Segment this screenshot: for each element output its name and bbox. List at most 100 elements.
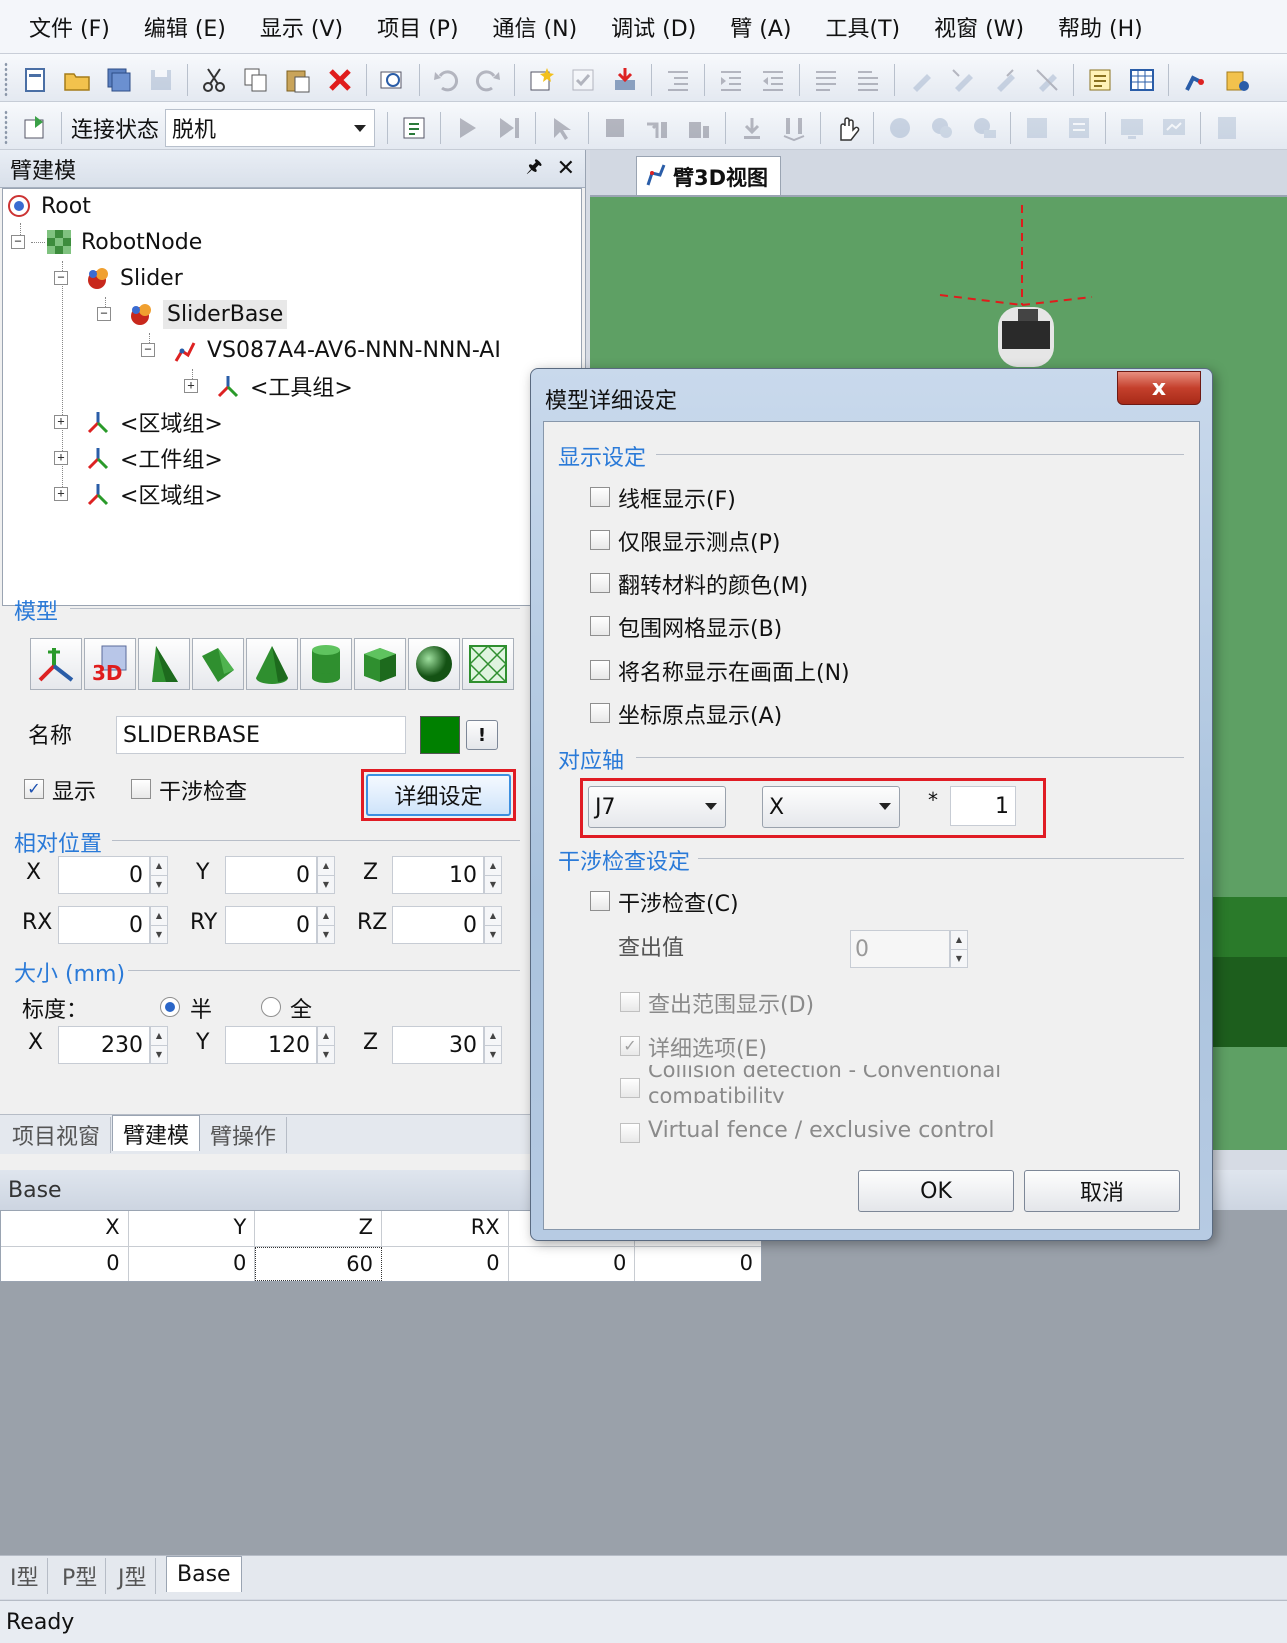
3d-model-button[interactable]: 3D	[84, 638, 136, 690]
tree-node-robotnode[interactable]: − RobotNode	[11, 225, 202, 259]
indent-icon[interactable]	[660, 62, 696, 98]
save-icon[interactable]	[143, 62, 179, 98]
wireframe-checkbox[interactable]	[590, 487, 610, 507]
pos-rx-spinner[interactable]: ▲ ▼	[150, 906, 168, 944]
axis-direction-select[interactable]: X	[762, 786, 900, 828]
bookmark-clear-icon[interactable]	[1029, 62, 1065, 98]
virtual-fence-checkbox[interactable]	[620, 1123, 640, 1143]
cell-x[interactable]: 0	[1, 1247, 129, 1281]
tab-project-view[interactable]: 项目视窗	[2, 1117, 112, 1153]
detail-options-checkbox[interactable]: ✓	[620, 1036, 640, 1056]
tree-node-slider[interactable]: − Slider	[54, 261, 183, 295]
invert-color-checkbox[interactable]	[590, 573, 610, 593]
pos-rz-input[interactable]: 0	[392, 906, 484, 944]
cone-shape-button[interactable]	[246, 638, 298, 690]
step-in-icon[interactable]	[639, 110, 675, 146]
bookmark-icon[interactable]	[903, 62, 939, 98]
menu-project[interactable]: 项目 (P)	[360, 11, 475, 43]
tree-node-root[interactable]: Root	[5, 189, 91, 223]
column-header-x[interactable]: X	[1, 1211, 129, 1246]
axes-shape-button[interactable]	[30, 638, 82, 690]
menu-window[interactable]: 视窗 (W)	[917, 11, 1041, 43]
monitor-2-icon[interactable]	[1156, 110, 1192, 146]
color-swatch[interactable]	[420, 716, 460, 754]
menu-view[interactable]: 显示 (V)	[243, 11, 360, 43]
detect-range-checkbox[interactable]	[620, 992, 640, 1012]
cylinder-shape-button[interactable]	[300, 638, 352, 690]
axis-joint-select[interactable]: J7	[588, 786, 726, 828]
menu-arm[interactable]: 臂 (A)	[713, 11, 808, 43]
size-y-spinner[interactable]: ▲ ▼	[317, 1026, 335, 1064]
detect-value-input[interactable]: 0	[850, 930, 950, 968]
break-icon[interactable]	[776, 110, 812, 146]
tab-arm-modeling[interactable]: 臂建模	[112, 1115, 201, 1151]
undo-icon[interactable]	[428, 62, 464, 98]
table-icon[interactable]	[1124, 62, 1160, 98]
open-folder-icon[interactable]	[59, 62, 95, 98]
menu-edit[interactable]: 编辑 (E)	[127, 11, 243, 43]
prism-shape-button[interactable]	[192, 638, 244, 690]
toolbar-grip[interactable]	[4, 110, 8, 146]
ok-button[interactable]: OK	[858, 1170, 1014, 1212]
cell-y[interactable]: 0	[129, 1247, 256, 1281]
comment-icon[interactable]	[808, 62, 844, 98]
tab-p-type[interactable]: P型	[54, 1558, 107, 1594]
close-icon[interactable]: ✕	[557, 156, 575, 181]
column-header-rx[interactable]: RX	[382, 1211, 509, 1246]
pos-x-input[interactable]: 0	[58, 856, 150, 894]
watch-icon[interactable]	[1061, 110, 1097, 146]
step-icon[interactable]	[491, 110, 527, 146]
robot-arm-icon[interactable]	[1177, 62, 1213, 98]
hand-icon[interactable]	[829, 110, 865, 146]
origin-display-checkbox[interactable]	[590, 703, 610, 723]
pos-z-spinner[interactable]: ▲ ▼	[484, 856, 502, 894]
tab-j-type[interactable]: J型	[110, 1558, 156, 1594]
pos-x-spinner[interactable]: ▲ ▼	[150, 856, 168, 894]
expand-toggle[interactable]: +	[54, 451, 68, 465]
menu-file[interactable]: 文件 (F)	[12, 11, 127, 43]
full-radio[interactable]	[261, 997, 281, 1017]
step-over-icon[interactable]	[681, 110, 717, 146]
transfer-icon[interactable]	[607, 62, 643, 98]
pos-y-spinner[interactable]: ▲ ▼	[317, 856, 335, 894]
interference-check-checkbox[interactable]	[590, 891, 610, 911]
indent-decrease-icon[interactable]	[755, 62, 791, 98]
detail-settings-button[interactable]: 详细设定	[366, 774, 511, 816]
expand-toggle[interactable]: +	[54, 487, 68, 501]
collapse-toggle[interactable]: −	[97, 307, 111, 321]
points-only-checkbox[interactable]	[590, 530, 610, 550]
collision-detection-checkbox[interactable]	[620, 1078, 640, 1098]
find-icon[interactable]	[375, 62, 411, 98]
cell-rx[interactable]: 0	[382, 1247, 509, 1281]
menu-debug[interactable]: 调试 (D)	[594, 11, 713, 43]
axis-factor-input[interactable]: 1	[950, 786, 1016, 826]
pin-icon[interactable]: 🖈	[526, 154, 543, 184]
run-icon[interactable]	[449, 110, 485, 146]
size-y-input[interactable]: 120	[225, 1026, 317, 1064]
size-x-spinner[interactable]: ▲ ▼	[150, 1026, 168, 1064]
show-name-checkbox[interactable]	[590, 660, 610, 680]
size-x-input[interactable]: 230	[58, 1026, 150, 1064]
tab-arm-3d-view[interactable]: 臂3D视图	[636, 156, 781, 196]
menu-tools[interactable]: 工具(T)	[809, 11, 918, 43]
new-file-icon[interactable]	[17, 62, 53, 98]
copy-icon[interactable]	[238, 62, 274, 98]
cut-icon[interactable]	[196, 62, 232, 98]
cell-rz[interactable]: 0	[635, 1247, 761, 1281]
monitor-icon[interactable]	[1114, 110, 1150, 146]
save-all-icon[interactable]	[101, 62, 137, 98]
collapse-toggle[interactable]: −	[11, 235, 25, 249]
size-z-spinner[interactable]: ▲ ▼	[484, 1026, 502, 1064]
tab-i-type[interactable]: I型	[2, 1558, 48, 1594]
redo-icon[interactable]	[470, 62, 506, 98]
collapse-toggle[interactable]: −	[54, 271, 68, 285]
log-icon[interactable]	[1209, 110, 1245, 146]
indent-increase-icon[interactable]	[713, 62, 749, 98]
breakpoint-clear-icon[interactable]	[966, 110, 1002, 146]
tab-arm-operation[interactable]: 臂操作	[200, 1117, 288, 1153]
pos-rz-spinner[interactable]: ▲ ▼	[484, 906, 502, 944]
tree-node-tool-group[interactable]: + <工具组>	[184, 369, 353, 403]
half-radio[interactable]	[160, 997, 180, 1017]
expand-toggle[interactable]: +	[54, 415, 68, 429]
bookmark-next-icon[interactable]	[945, 62, 981, 98]
